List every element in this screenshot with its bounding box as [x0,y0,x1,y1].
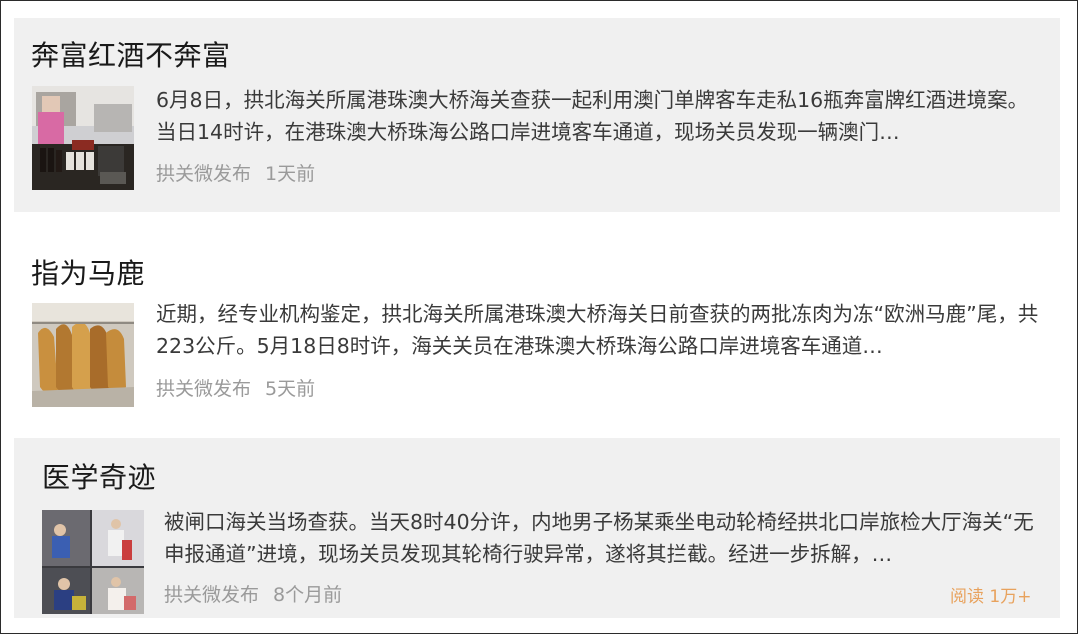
news-title[interactable]: 医学奇迹 [42,456,156,496]
news-excerpt: 被闸口海关当场查获。当天8时40分许，内地男子杨某乘坐电动轮椅经拱北口岸旅检大厅… [164,510,1034,566]
news-meta: 拱关微发布 5天前 [156,374,315,401]
news-meta: 拱关微发布 1天前 [156,159,315,186]
news-source[interactable]: 拱关微发布 [156,163,251,185]
news-source[interactable]: 拱关微发布 [156,378,251,400]
wine-bottles-photo-icon [32,86,134,190]
news-meta: 拱关微发布 8个月前 [164,580,342,607]
news-source[interactable]: 拱关微发布 [164,584,259,606]
news-excerpt: 6月8日，拱北海关所属港珠澳大桥海关查获一起利用澳门单牌客车走私16瓶奔富牌红酒… [156,88,1029,144]
news-title[interactable]: 指为马鹿 [31,252,145,292]
deer-tails-photo-icon [32,303,134,407]
news-title[interactable]: 奔富红酒不奔富 [31,34,231,74]
news-time: 1天前 [265,163,316,185]
news-excerpt: 近期，经专业机构鉴定，拱北海关所属港珠澳大桥海关日前查获的两批冻肉为冻“欧洲马鹿… [156,302,1039,358]
news-card-2[interactable]: 指为马鹿 近期，经专业机构鉴定，拱北海关所属港珠澳大桥海关日前查获的两批冻肉为冻… [14,228,1060,424]
read-count: 阅读 1万+ [950,587,1032,607]
news-card-1[interactable]: 奔富红酒不奔富 6月8日，拱北海关所属港珠澳大桥海关查获一起利用澳门单牌客车走私… [14,18,1060,212]
news-card-3[interactable]: 医学奇迹 被闸口海关当场查获。当天8时40分许，内地男子杨某乘坐电动轮椅经拱北口… [14,438,1060,618]
news-time: 8个月前 [273,584,343,606]
news-time: 5天前 [265,378,316,400]
surveillance-collage-photo-icon [42,510,144,614]
